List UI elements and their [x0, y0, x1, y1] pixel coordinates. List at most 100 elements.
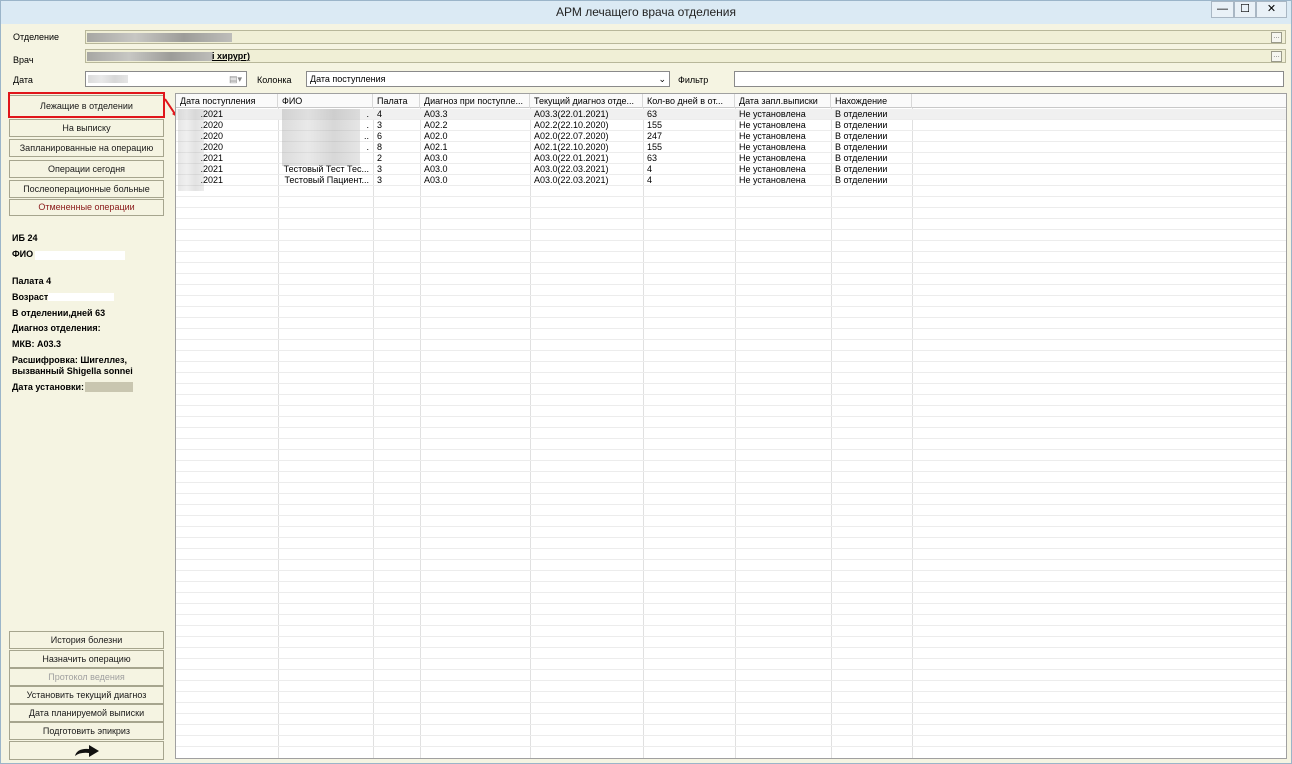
nav-cancelled-operations[interactable]: Отмененные операции [9, 199, 164, 216]
table-cell: 3 [377, 175, 383, 185]
table-row[interactable] [176, 494, 1286, 505]
table-cell: В отделении [835, 131, 888, 141]
close-button[interactable]: ✕ [1256, 1, 1287, 18]
planned-discharge-button[interactable]: Дата планируемой выписки [9, 704, 164, 722]
column-select[interactable]: Дата поступления ⌄ [306, 71, 670, 87]
table-cell: А02.0 [424, 131, 448, 141]
table-row[interactable] [176, 252, 1286, 263]
table-row[interactable] [176, 241, 1286, 252]
table-cell: А03.0(22.01.2021) [534, 153, 609, 163]
col-header[interactable]: Дата запл.выписки [735, 94, 831, 108]
doctor-field[interactable]: і хирург) … [85, 49, 1286, 63]
table-row[interactable] [176, 197, 1286, 208]
app-window: АРМ лечащего врача отделения — ☐ ✕ Отдел… [0, 0, 1292, 764]
col-header[interactable]: Диагноз при поступле... [420, 94, 530, 108]
table-row[interactable] [176, 230, 1286, 241]
decoding-line2: вызванный Shigella sonnei [12, 366, 133, 376]
patients-table[interactable]: Дата поступления ФИО Палата Диагноз при … [175, 93, 1287, 759]
table-row[interactable] [176, 659, 1286, 670]
protocol-button[interactable]: Протокол ведения [9, 668, 164, 686]
table-cell: 4 [647, 164, 653, 174]
assign-operation-button[interactable]: Назначить операцию [9, 650, 164, 668]
calendar-icon[interactable]: ▤▾ [229, 72, 242, 86]
nav-operations-today[interactable]: Операции сегодня [9, 160, 164, 178]
table-row[interactable] [176, 692, 1286, 703]
table-cell: А02.2 [424, 120, 448, 130]
col-header[interactable]: Нахождение [831, 94, 912, 108]
table-row[interactable] [176, 461, 1286, 472]
col-header[interactable]: Текущий диагноз отде... [530, 94, 643, 108]
table-row[interactable] [176, 604, 1286, 615]
table-row[interactable] [176, 549, 1286, 560]
nav-label: Запланированные на операцию [19, 143, 154, 153]
department-browse-button[interactable]: … [1271, 32, 1282, 43]
table-row[interactable] [176, 351, 1286, 362]
col-header[interactable]: ФИО [278, 94, 373, 108]
table-cell: 6 [377, 131, 383, 141]
filter-input[interactable] [734, 71, 1284, 87]
date-input[interactable]: ▤▾ [85, 71, 247, 87]
table-row[interactable] [176, 428, 1286, 439]
table-row[interactable] [176, 703, 1286, 714]
table-row[interactable] [176, 329, 1286, 340]
table-row[interactable] [176, 417, 1286, 428]
table-row[interactable] [176, 714, 1286, 725]
doctor-browse-button[interactable]: … [1271, 51, 1282, 62]
table-cell: В отделении [835, 109, 888, 119]
table-row[interactable] [176, 637, 1286, 648]
nav-discharge[interactable]: На выписку [9, 119, 164, 137]
table-row[interactable] [176, 318, 1286, 329]
table-row[interactable] [176, 186, 1286, 197]
table-row[interactable] [176, 263, 1286, 274]
table-row[interactable] [176, 472, 1286, 483]
table-row[interactable] [176, 340, 1286, 351]
table-row[interactable] [176, 571, 1286, 582]
nav-postoperative[interactable]: Послеоперационные больные [9, 180, 164, 198]
table-row[interactable] [176, 296, 1286, 307]
col-header[interactable]: Палата [373, 94, 420, 108]
nav-planned-operation[interactable]: Запланированные на операцию [9, 139, 164, 157]
table-row[interactable] [176, 362, 1286, 373]
age-label: Возраст [12, 292, 49, 302]
table-row[interactable] [176, 395, 1286, 406]
table-row[interactable] [176, 219, 1286, 230]
table-row[interactable] [176, 307, 1286, 318]
table-row[interactable] [176, 505, 1286, 516]
table-row[interactable] [176, 725, 1286, 736]
history-button[interactable]: История болезни [9, 631, 164, 649]
table-row[interactable] [176, 527, 1286, 538]
table-row[interactable] [176, 593, 1286, 604]
exit-button[interactable] [9, 741, 164, 760]
table-row[interactable] [176, 538, 1286, 549]
table-row[interactable] [176, 274, 1286, 285]
table-row[interactable] [176, 670, 1286, 681]
maximize-button[interactable]: ☐ [1234, 1, 1256, 18]
table-row[interactable] [176, 208, 1286, 219]
column-select-value: Дата поступления [310, 74, 386, 84]
ib-number: ИБ 24 [12, 233, 38, 243]
table-row[interactable] [176, 516, 1286, 527]
table-row[interactable] [176, 736, 1286, 747]
table-row[interactable] [176, 450, 1286, 461]
table-row[interactable] [176, 582, 1286, 593]
table-row[interactable] [176, 560, 1286, 571]
department-field[interactable]: … [85, 30, 1286, 44]
table-cell: А02.0(22.07.2020) [534, 131, 609, 141]
epicrisis-button[interactable]: Подготовить эпикриз [9, 722, 164, 740]
col-header[interactable]: Дата поступления [176, 94, 278, 108]
table-row[interactable] [176, 615, 1286, 626]
table-row[interactable] [176, 483, 1286, 494]
table-row[interactable] [176, 626, 1286, 637]
table-row[interactable] [176, 648, 1286, 659]
set-diagnosis-button[interactable]: Установить текущий диагноз [9, 686, 164, 704]
table-row[interactable] [176, 681, 1286, 692]
table-row[interactable] [176, 439, 1286, 450]
table-cell: 3 [377, 164, 383, 174]
table-row[interactable] [176, 373, 1286, 384]
minimize-button[interactable]: — [1211, 1, 1234, 18]
table-row[interactable] [176, 384, 1286, 395]
table-row[interactable] [176, 285, 1286, 296]
col-header[interactable]: Кол-во дней в от... [643, 94, 735, 108]
table-row[interactable]: .2021 Тестовый Пациент... 3 А03.0 А03.0(22.0… [176, 175, 1286, 186]
table-row[interactable] [176, 406, 1286, 417]
